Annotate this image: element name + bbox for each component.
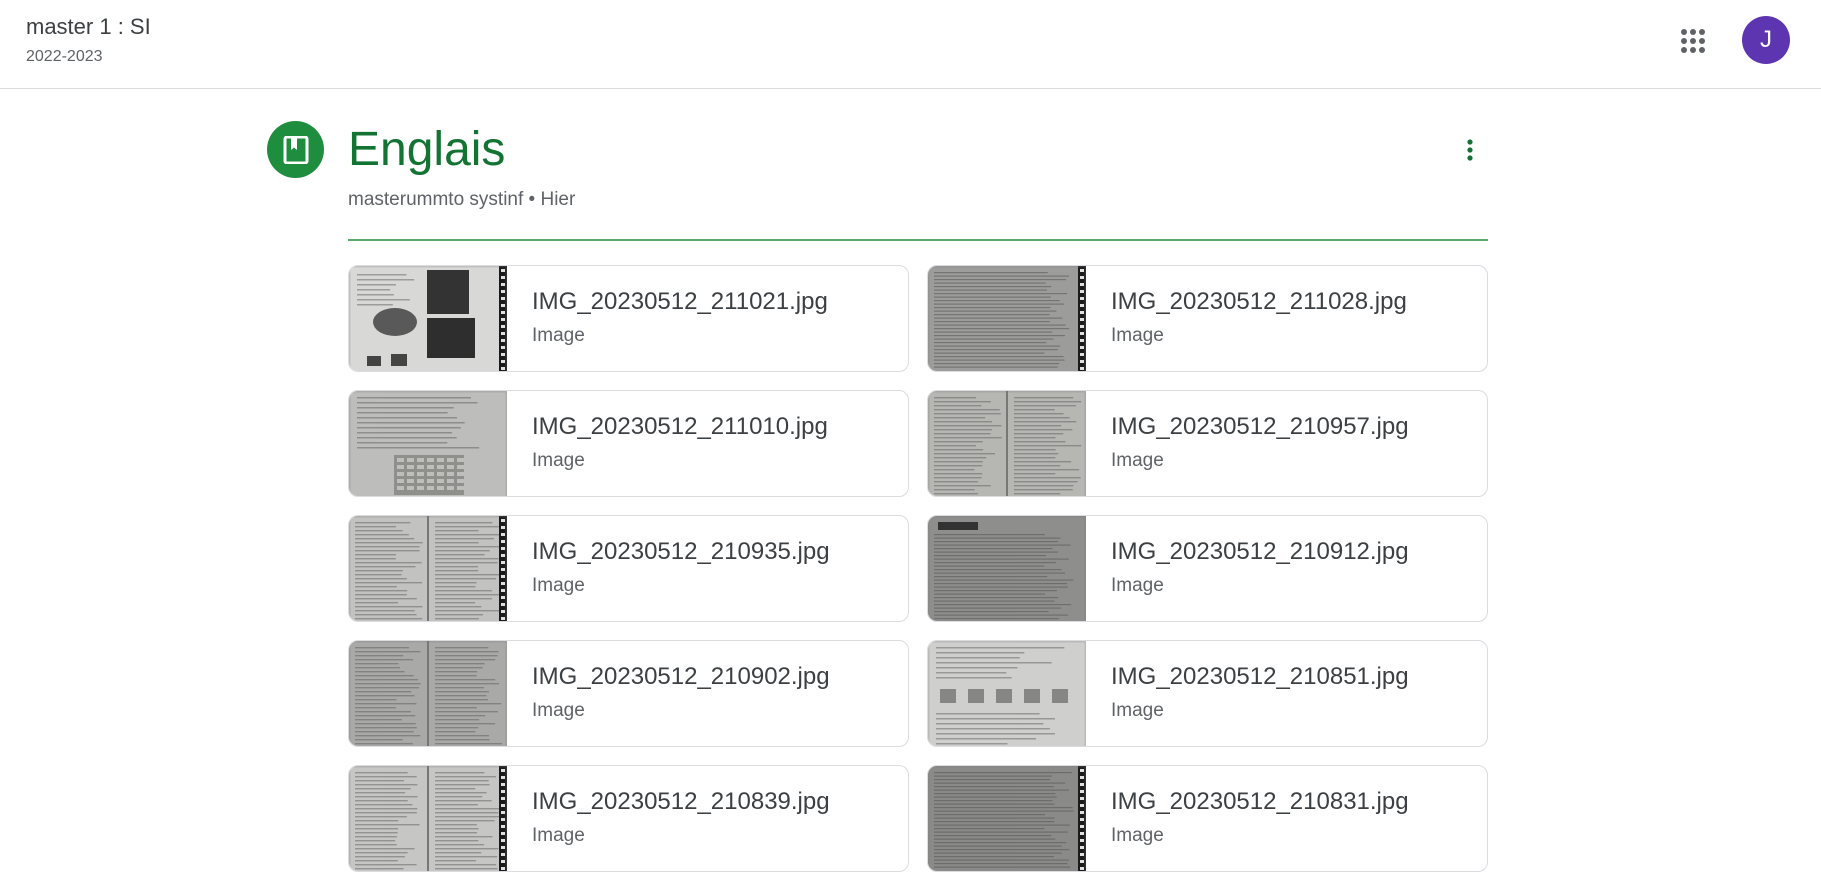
attachment-name: IMG_20230512_210935.jpg: [532, 538, 830, 565]
attachment-name: IMG_20230512_210851.jpg: [1111, 663, 1409, 690]
attachment-name: IMG_20230512_211021.jpg: [532, 288, 828, 315]
attachment-thumbnail: [928, 766, 1086, 871]
attachment-card[interactable]: IMG_20230512_210851.jpg Image: [927, 640, 1488, 747]
attachment-type: Image: [1111, 450, 1164, 471]
attachment-card[interactable]: IMG_20230512_210839.jpg Image: [348, 765, 909, 872]
attachment-card[interactable]: IMG_20230512_210912.jpg Image: [927, 515, 1488, 622]
attachment-type: Image: [532, 575, 585, 596]
attachment-type: Image: [1111, 700, 1164, 721]
class-subtitle: 2022-2023: [26, 48, 103, 65]
attachment-type: Image: [532, 450, 585, 471]
more-options-button[interactable]: [1448, 128, 1492, 172]
class-title[interactable]: master 1 : SI: [26, 14, 151, 40]
attachment-card[interactable]: IMG_20230512_211021.jpg Image: [348, 265, 909, 372]
attachment-name: IMG_20230512_210839.jpg: [532, 788, 830, 815]
attachment-card[interactable]: IMG_20230512_211028.jpg Image: [927, 265, 1488, 372]
apps-grid-icon: [1681, 29, 1705, 53]
post-author-date: masterummto systinf • Hier: [348, 189, 576, 210]
assignment-type-badge: [267, 121, 324, 178]
header-divider: [348, 239, 1488, 241]
attachment-thumbnail: [349, 516, 507, 621]
attachment-name: IMG_20230512_210912.jpg: [1111, 538, 1409, 565]
top-app-bar: master 1 : SI 2022-2023 J: [0, 0, 1821, 89]
attachment-card[interactable]: IMG_20230512_210935.jpg Image: [348, 515, 909, 622]
attachment-type: Image: [532, 325, 585, 346]
attachment-name: IMG_20230512_210902.jpg: [532, 663, 830, 690]
google-apps-button[interactable]: [1675, 23, 1711, 59]
attachment-thumbnail: [928, 641, 1086, 746]
bookmark-icon: [283, 135, 308, 164]
attachment-name: IMG_20230512_210831.jpg: [1111, 788, 1409, 815]
account-avatar[interactable]: J: [1742, 16, 1790, 64]
attachment-type: Image: [532, 700, 585, 721]
attachment-card[interactable]: IMG_20230512_210902.jpg Image: [348, 640, 909, 747]
attachment-type: Image: [1111, 825, 1164, 846]
attachment-card[interactable]: IMG_20230512_211010.jpg Image: [348, 390, 909, 497]
attachment-name: IMG_20230512_211010.jpg: [532, 413, 828, 440]
attachment-thumbnail: [928, 391, 1086, 496]
attachment-name: IMG_20230512_210957.jpg: [1111, 413, 1409, 440]
attachment-type: Image: [1111, 575, 1164, 596]
attachment-card[interactable]: IMG_20230512_210957.jpg Image: [927, 390, 1488, 497]
post-title: Englais: [348, 123, 506, 176]
attachment-thumbnail: [349, 766, 507, 871]
attachment-thumbnail: [349, 266, 507, 371]
attachment-thumbnail: [928, 266, 1086, 371]
attachment-type: Image: [532, 825, 585, 846]
attachment-type: Image: [1111, 325, 1164, 346]
attachment-name: IMG_20230512_211028.jpg: [1111, 288, 1407, 315]
attachment-thumbnail: [349, 641, 507, 746]
attachment-thumbnail: [928, 516, 1086, 621]
more-vert-icon: [1467, 139, 1473, 161]
attachment-thumbnail: [349, 391, 507, 496]
attachment-card[interactable]: IMG_20230512_210831.jpg Image: [927, 765, 1488, 872]
